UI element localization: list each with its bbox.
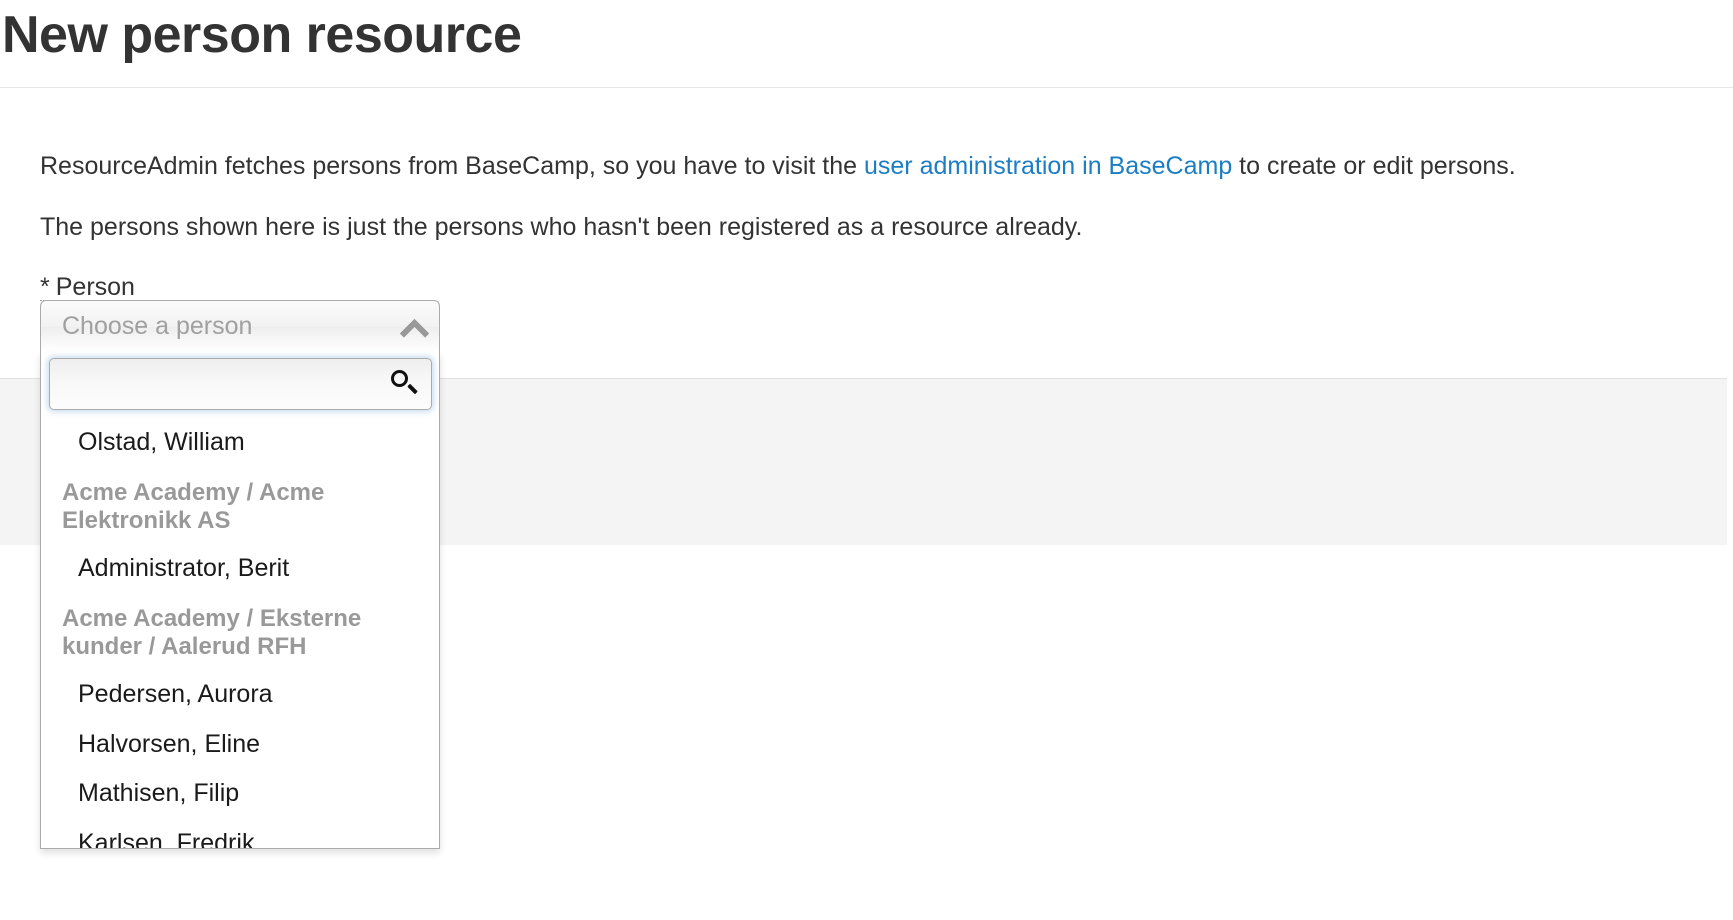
page-title: New person resource bbox=[2, 6, 522, 64]
person-select[interactable]: Choose a person Olstad, William Acme Acad… bbox=[40, 300, 440, 849]
intro-paragraph-2: The persons shown here is just the perso… bbox=[40, 212, 1083, 241]
main-content: ResourceAdmin fetches persons from BaseC… bbox=[0, 88, 1733, 302]
intro-text-before-link: ResourceAdmin fetches persons from BaseC… bbox=[40, 152, 864, 180]
intro-text-after-link: to create or edit persons. bbox=[1232, 152, 1516, 180]
option-item[interactable]: Administrator, Berit bbox=[41, 544, 439, 594]
person-select-dropdown: Olstad, William Acme Academy / Acme Elekt… bbox=[40, 352, 440, 849]
person-results-list[interactable]: Olstad, William Acme Academy / Acme Elekt… bbox=[41, 418, 439, 848]
search-box[interactable] bbox=[49, 358, 432, 410]
intro-paragraph-1: ResourceAdmin fetches persons from BaseC… bbox=[40, 88, 1693, 184]
basecamp-user-administration-link[interactable]: user administration in BaseCamp bbox=[864, 152, 1232, 180]
search-area bbox=[41, 352, 439, 418]
option-item[interactable]: Karlsen, Fredrik bbox=[41, 819, 439, 848]
person-select-placeholder: Choose a person bbox=[62, 312, 253, 340]
search-icon[interactable] bbox=[389, 369, 419, 399]
required-marker: * bbox=[40, 272, 50, 301]
option-item[interactable]: Halvorsen, Eline bbox=[41, 720, 439, 770]
option-item[interactable]: Pedersen, Aurora bbox=[41, 670, 439, 720]
search-input[interactable] bbox=[62, 364, 389, 404]
option-item[interactable]: Olstad, William bbox=[41, 418, 439, 468]
person-select-header[interactable]: Choose a person bbox=[40, 300, 440, 352]
chevron-up-icon[interactable] bbox=[401, 314, 427, 340]
option-group-label: Acme Academy / Eksterne kunder / Aalerud… bbox=[62, 604, 362, 660]
page-header: New person resource bbox=[0, 0, 1733, 88]
option-item[interactable]: Mathisen, Filip bbox=[41, 769, 439, 819]
option-group-label: Acme Academy / Acme Elektronikk AS bbox=[62, 478, 325, 534]
person-field-label: * Person bbox=[40, 245, 1693, 302]
person-label-text: Person bbox=[55, 272, 135, 301]
